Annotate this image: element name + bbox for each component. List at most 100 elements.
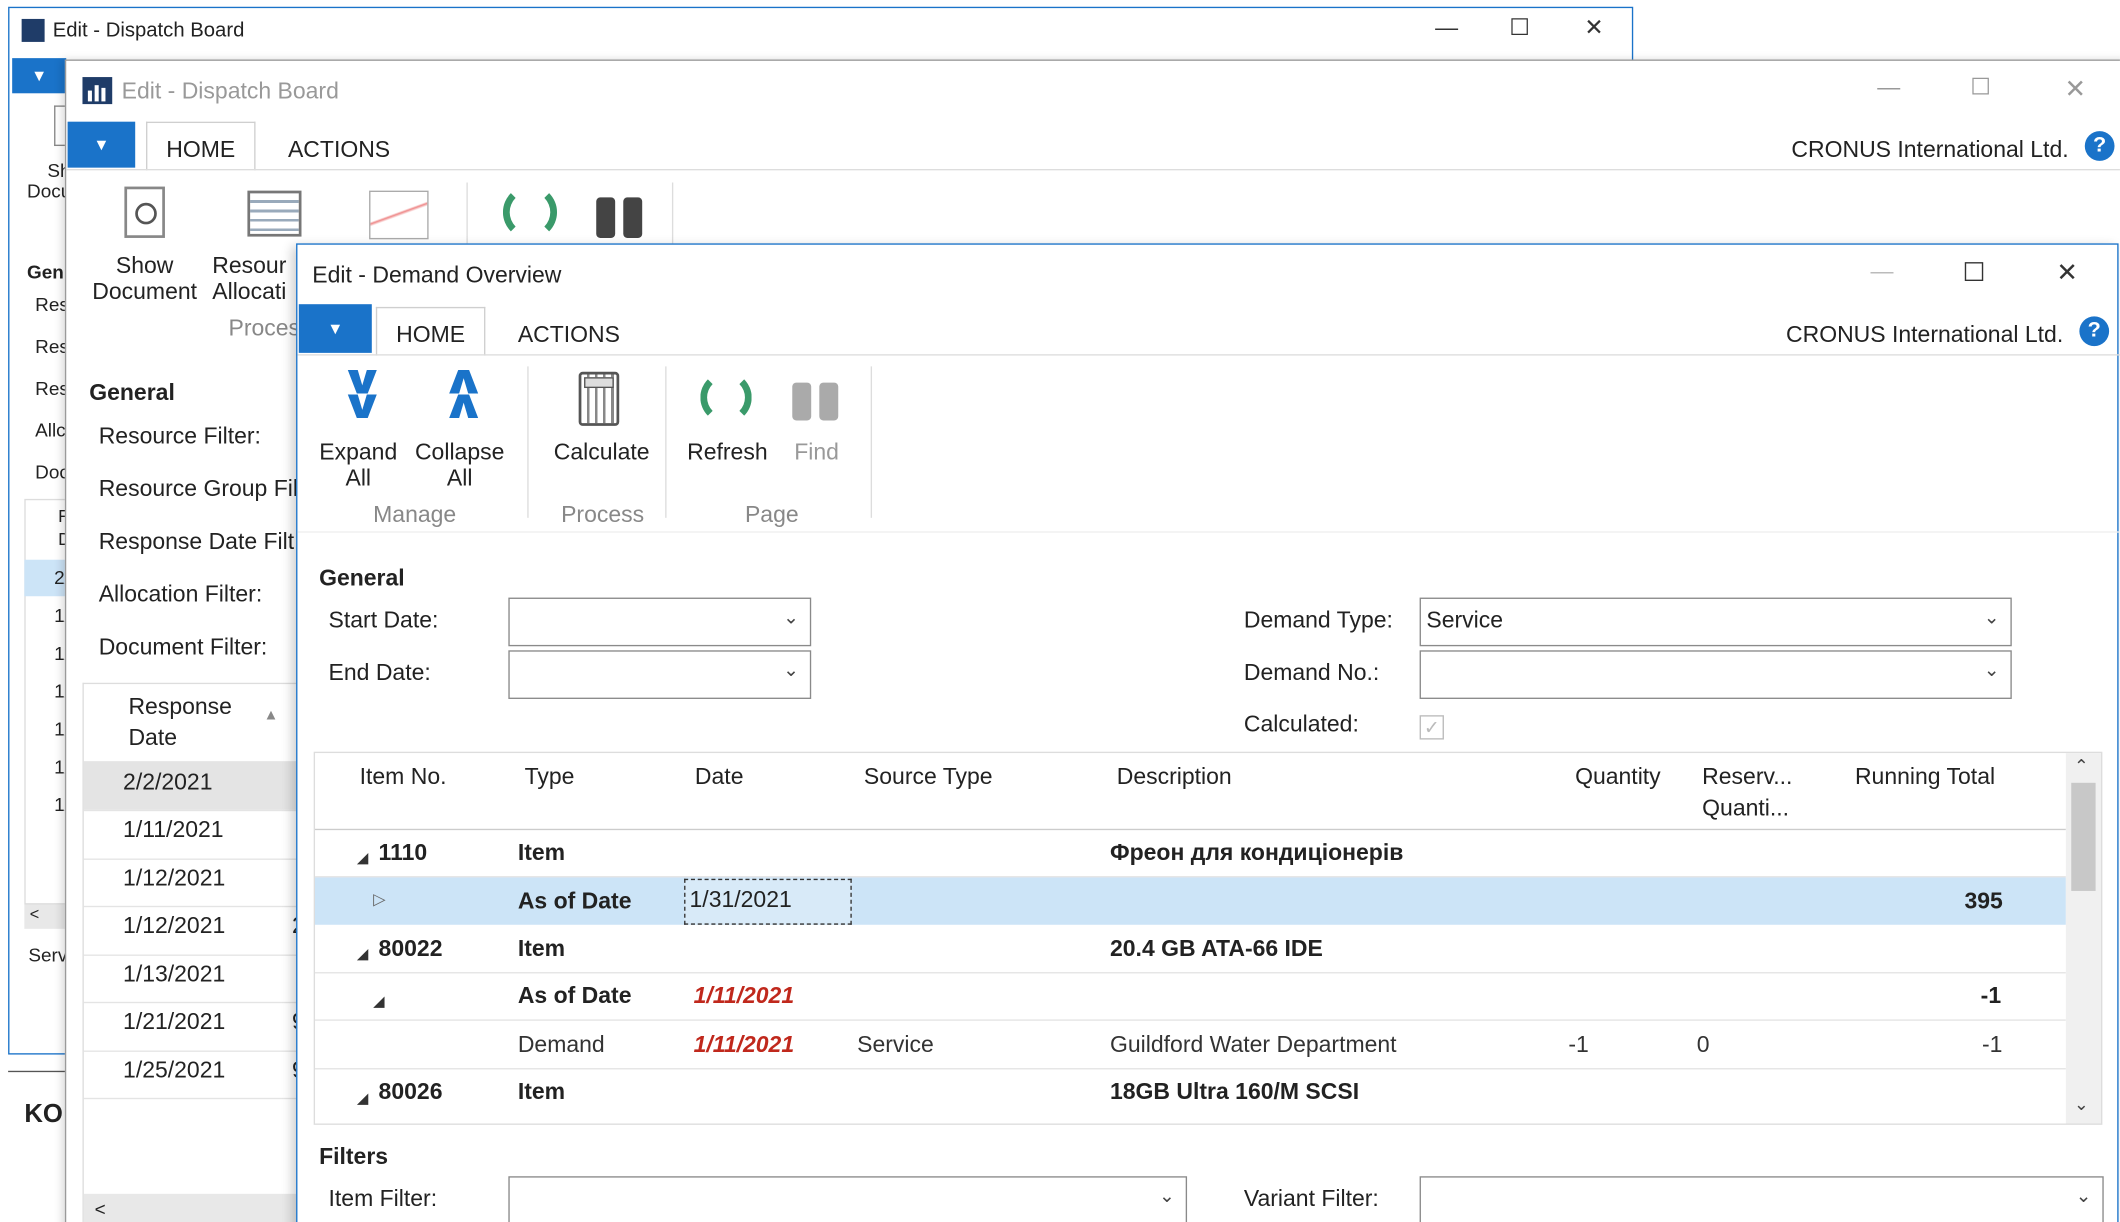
demand-minimize-button[interactable]: — xyxy=(1855,258,1909,285)
demand-help-icon[interactable]: ? xyxy=(2079,316,2110,347)
demand-ribbon-sep xyxy=(527,366,529,518)
list-row[interactable]: 1/21/2021 xyxy=(123,1009,225,1036)
row-type: Item xyxy=(517,1078,566,1105)
collapse-row-icon[interactable]: ◢ xyxy=(357,1090,368,1107)
resource-filter-label: Resource Filter: xyxy=(98,423,261,449)
variant-filter-field[interactable]: ⌄ xyxy=(1419,1176,2104,1222)
collapse-row-icon[interactable]: ◢ xyxy=(357,945,368,962)
dispatch-hscroll[interactable]: < xyxy=(83,1193,301,1222)
ribbon-bottom-line xyxy=(297,531,2120,533)
chevron-down-icon: ⌄ xyxy=(1159,1184,1175,1206)
refresh-button[interactable]: Refresh xyxy=(679,439,776,465)
scroll-down-icon[interactable]: ⌄ xyxy=(2074,1094,2089,1116)
dispatch-minimize-button[interactable]: — xyxy=(1862,74,1916,101)
bg-side-item: Doc xyxy=(35,461,69,483)
expand-all-icon: ∨ ∨ xyxy=(339,358,386,428)
bg-menu-button[interactable]: ▼ xyxy=(12,58,67,94)
dispatch-tab-home[interactable]: HOME xyxy=(146,121,256,171)
list-row[interactable]: 1/11/2021 xyxy=(123,817,224,844)
dispatch-window-title: Edit - Dispatch Board xyxy=(121,78,339,105)
bg-minimize-button[interactable]: — xyxy=(1420,15,1474,42)
col-type[interactable]: Type xyxy=(525,761,575,792)
list-row[interactable]: 1/25/2021 xyxy=(123,1057,225,1084)
start-date-label: Start Date: xyxy=(328,607,439,633)
col-item-no[interactable]: Item No. xyxy=(360,761,447,792)
scroll-thumb[interactable] xyxy=(2071,782,2096,891)
chevron-down-icon: ⌄ xyxy=(2075,1184,2092,1206)
bg-hscroll[interactable]: < xyxy=(24,904,69,929)
demand-tab-home[interactable]: HOME xyxy=(375,306,486,356)
calculate-button[interactable]: Calculate xyxy=(548,439,656,465)
row-description: Guildford Water Department xyxy=(1109,1031,1397,1058)
process-group-label: Process xyxy=(561,501,645,528)
list-row[interactable]: 1/12/2021 xyxy=(123,865,225,892)
row-running-total: -1 xyxy=(1980,982,2002,1009)
bg-side-item: Res xyxy=(35,293,69,316)
row-type: As of Date xyxy=(517,982,632,1009)
bg-bottom-line xyxy=(8,1070,68,1073)
expand-row-icon[interactable]: ▷ xyxy=(373,890,385,909)
row-item-no: 80026 xyxy=(378,1078,443,1105)
bg-maximize-button[interactable]: ☐ xyxy=(1493,15,1547,42)
item-filter-field[interactable]: ⌄ xyxy=(508,1176,1188,1222)
show-document-icon xyxy=(124,186,165,238)
start-date-field[interactable]: ⌄ xyxy=(508,597,812,647)
resource-group-filter-label: Resource Group Fil xyxy=(98,475,298,502)
row-running-total: -1 xyxy=(1982,1031,2003,1058)
dispatch-help-icon[interactable]: ? xyxy=(2084,131,2115,161)
demand-tab-actions[interactable]: ACTIONS xyxy=(518,322,620,349)
response-date-header[interactable]: Response Date xyxy=(128,691,250,753)
col-source-type[interactable]: Source Type xyxy=(864,761,993,792)
scroll-up-icon[interactable]: ⌃ xyxy=(2074,756,2089,778)
bg-footer-label: Serv xyxy=(28,943,68,966)
item-filter-label: Item Filter: xyxy=(328,1185,438,1212)
col-date[interactable]: Date xyxy=(695,761,744,792)
dispatch-menu-button[interactable]: ▼ xyxy=(67,121,136,168)
bg-side-item: Allc xyxy=(35,419,66,441)
demand-no-label: Demand No.: xyxy=(1243,659,1380,686)
list-row[interactable]: 1/12/2021 xyxy=(123,913,225,940)
demand-menu-button[interactable]: ▼ xyxy=(298,304,372,353)
demand-no-field[interactable]: ⌄ xyxy=(1419,650,2012,699)
row-item-no: 1110 xyxy=(378,839,428,866)
filters-title: Filters xyxy=(319,1143,389,1170)
row-description: 18GB Ultra 160/M SCSI xyxy=(1109,1078,1360,1105)
demand-maximize-button[interactable]: ☐ xyxy=(1947,258,2001,289)
collapse-all-icon: ∧ ∧ xyxy=(440,358,487,428)
list-row[interactable]: 2/2/2021 xyxy=(123,769,212,796)
demand-close-button[interactable]: ✕ xyxy=(2040,258,2094,289)
row-quantity: -1 xyxy=(1568,1031,1589,1058)
chevron-down-icon: ⌄ xyxy=(783,658,800,681)
col-quantity[interactable]: Quantity xyxy=(1575,761,1661,792)
find-button[interactable]: Find xyxy=(779,439,855,465)
dispatch-find-icon xyxy=(591,189,648,238)
response-date-filter-label: Response Date Filt xyxy=(98,528,295,555)
show-document-button[interactable]: Show Document xyxy=(85,253,204,304)
collapse-row-icon[interactable]: ◢ xyxy=(357,849,368,866)
dispatch-maximize-button[interactable]: ☐ xyxy=(1954,74,2008,101)
row-date: 1/11/2021 xyxy=(693,982,795,1009)
end-date-field[interactable]: ⌄ xyxy=(508,650,812,699)
calculated-checkbox[interactable]: ✓ xyxy=(1419,715,1444,740)
col-description[interactable]: Description xyxy=(1117,761,1232,792)
col-reserved-quantity[interactable]: Reserv... Quanti... xyxy=(1702,761,1810,823)
bg-close-button[interactable]: ✕ xyxy=(1567,15,1621,42)
document-filter-label: Document Filter: xyxy=(98,634,268,660)
row-reserved: 0 xyxy=(1696,1031,1710,1058)
dispatch-company-name: CRONUS International Ltd. xyxy=(1791,136,2069,163)
expand-all-button[interactable]: Expand All xyxy=(311,439,406,490)
row-date[interactable]: 1/31/2021 xyxy=(690,887,792,914)
row-item-no: 80022 xyxy=(378,935,443,962)
resource-allocation-button[interactable]: Resour Allocati xyxy=(212,253,307,304)
grid-vscroll[interactable]: ⌃ ⌄ xyxy=(2065,753,2102,1124)
col-running-total[interactable]: Running Total xyxy=(1855,761,1995,792)
row-type: Demand xyxy=(517,1031,605,1058)
dispatch-tab-actions[interactable]: ACTIONS xyxy=(288,137,390,164)
demand-type-field[interactable]: Service ⌄ xyxy=(1419,597,2012,647)
chevron-down-icon: ⌄ xyxy=(1983,658,2000,681)
list-row[interactable]: 1/13/2021 xyxy=(123,961,225,988)
collapse-all-button[interactable]: Collapse All xyxy=(411,439,508,490)
allocation-filter-label: Allocation Filter: xyxy=(98,581,263,608)
collapse-row-icon[interactable]: ◢ xyxy=(373,992,384,1010)
dispatch-close-button[interactable]: ✕ xyxy=(2048,74,2102,105)
